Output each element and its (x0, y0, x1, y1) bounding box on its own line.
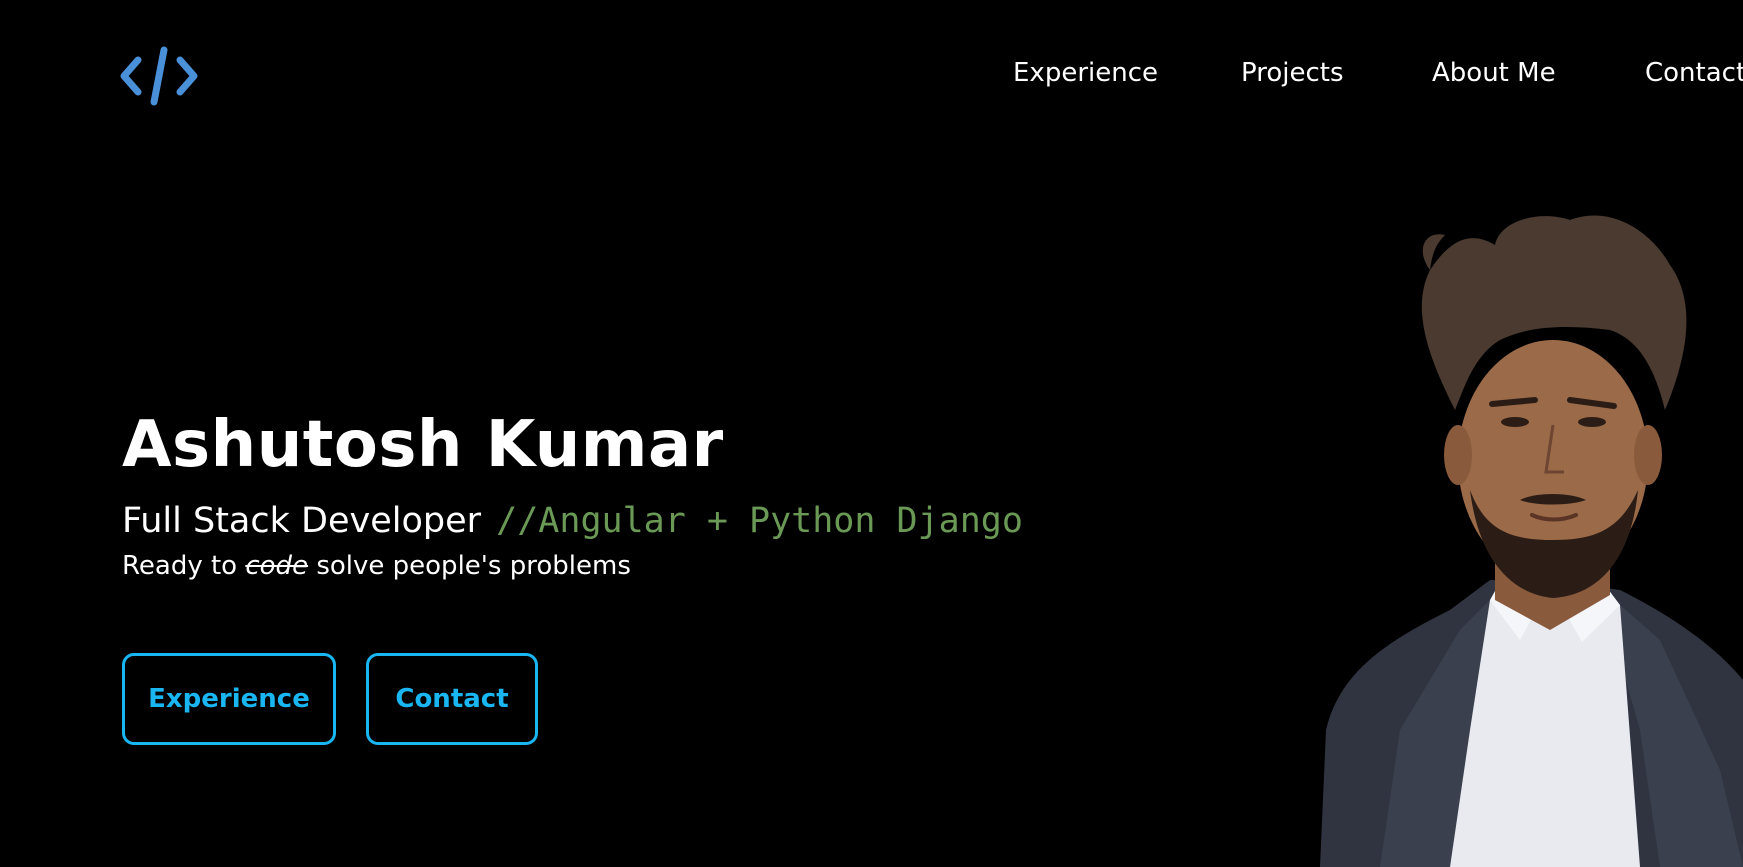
experience-button[interactable]: Experience (122, 653, 336, 745)
main-nav: Experience Projects About Me Contact (0, 58, 1743, 98)
tagline-struck-word: code (245, 551, 309, 581)
hero-section: Ashutosh Kumar Full Stack Developer //An… (122, 405, 1222, 583)
nav-about-me-link[interactable]: About Me (1432, 58, 1556, 88)
hero-stack-comment: //Angular + Python Django (496, 501, 1023, 541)
tagline-suffix: solve people's problems (308, 551, 631, 581)
profile-photo (1320, 210, 1743, 867)
hero-role: Full Stack Developer (122, 501, 482, 541)
hero-name: Ashutosh Kumar (122, 408, 724, 482)
nav-experience-link[interactable]: Experience (1013, 58, 1158, 88)
contact-button[interactable]: Contact (366, 653, 538, 745)
tagline-prefix: Ready to (122, 551, 246, 581)
nav-contact-link[interactable]: Contact (1645, 58, 1743, 88)
nav-projects-link[interactable]: Projects (1241, 58, 1344, 88)
portfolio-page: Experience Projects About Me Contact Ash… (0, 0, 1743, 867)
role-line: Full Stack Developer //Angular + Python … (122, 499, 1222, 543)
hero-tagline: Ready to code solve people's problems (122, 549, 1222, 583)
